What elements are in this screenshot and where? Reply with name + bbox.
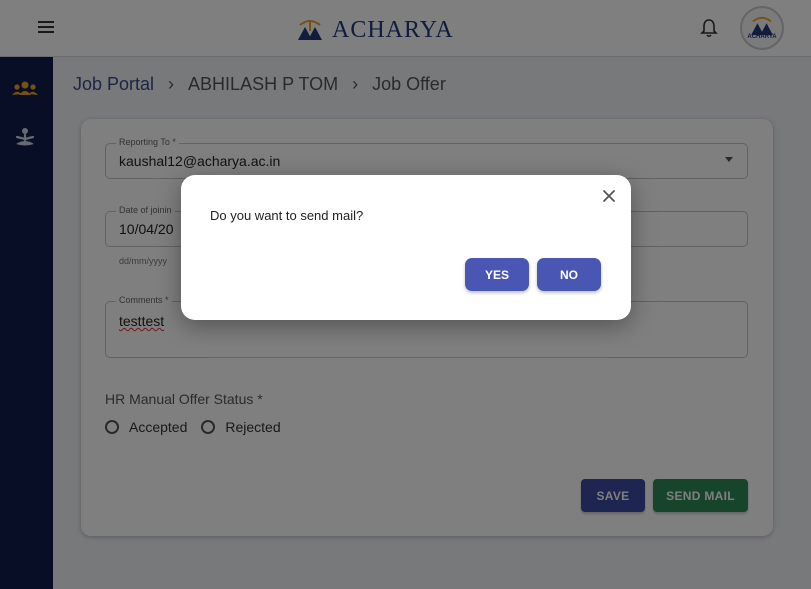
close-icon[interactable] xyxy=(601,188,617,204)
yes-button[interactable]: YES xyxy=(465,258,529,291)
send-mail-confirm-dialog: Do you want to send mail? YES NO xyxy=(181,175,631,320)
no-button[interactable]: NO xyxy=(537,258,601,291)
dialog-message: Do you want to send mail? xyxy=(210,208,364,223)
